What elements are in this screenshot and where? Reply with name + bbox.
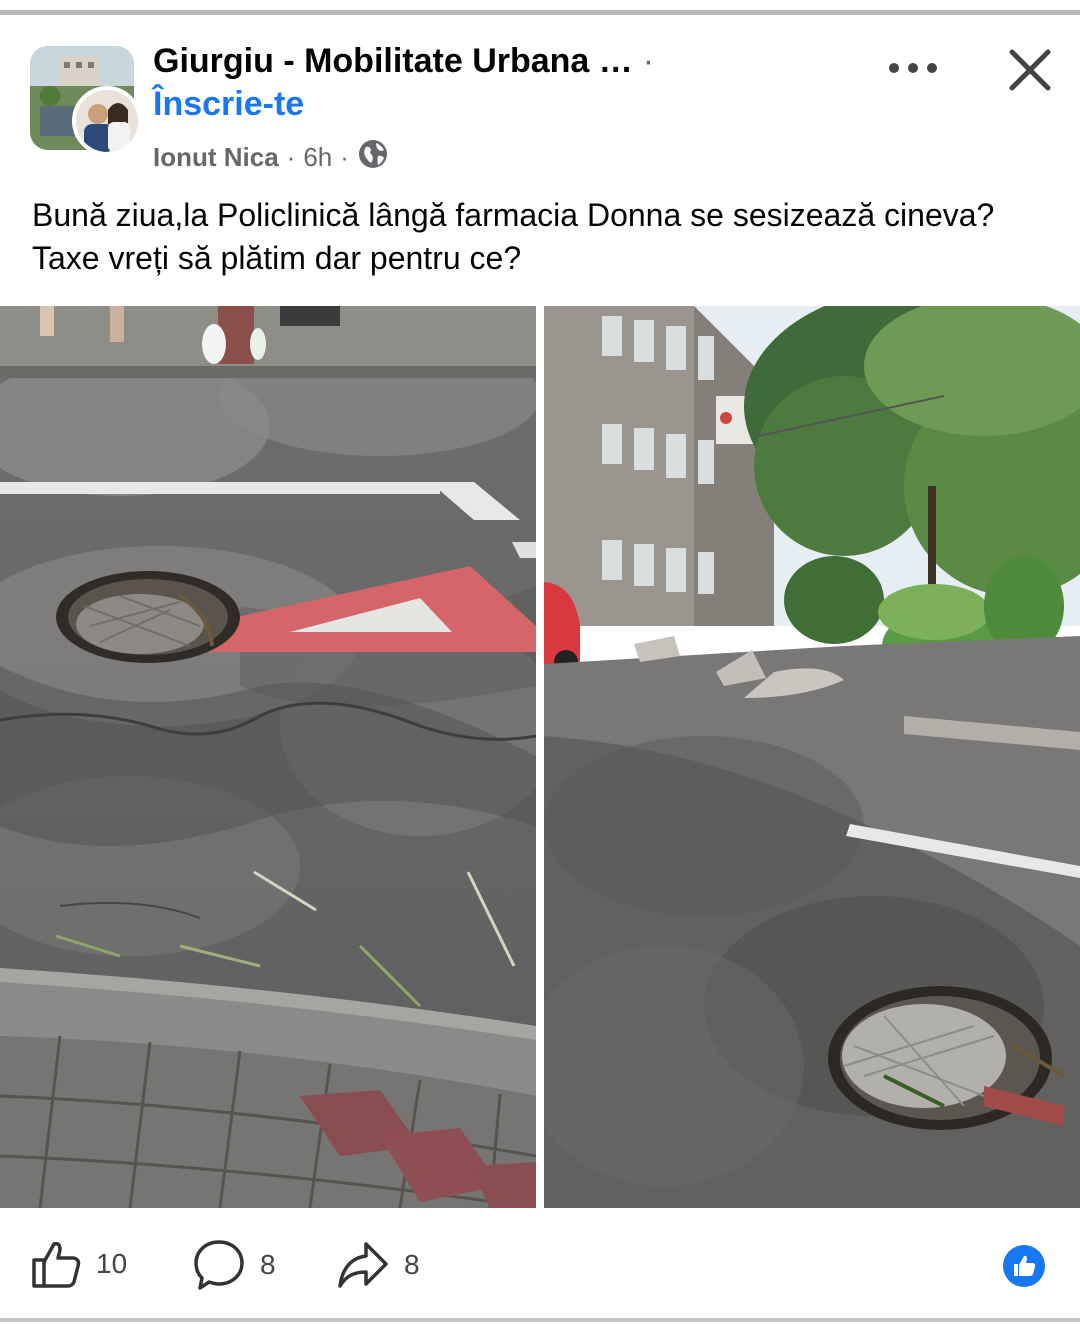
- join-group-button[interactable]: Înscrie-te: [153, 85, 304, 124]
- author-avatar[interactable]: [72, 86, 142, 156]
- action-bar: 10 8 8: [0, 1212, 1080, 1316]
- photo-1[interactable]: [0, 306, 536, 1208]
- post-text: Bună ziua,la Policlinică lângă farmacia …: [32, 197, 995, 276]
- more-horizontal-icon: [889, 63, 937, 73]
- post-header: Giurgiu - Mobilitate Urbana … · Înscrie-t…: [0, 15, 1080, 175]
- comment-button[interactable]: 8: [192, 1238, 276, 1292]
- share-icon: [338, 1242, 388, 1288]
- separator-dot: ·: [340, 142, 349, 172]
- separator-dot: ·: [286, 142, 296, 172]
- comment-icon: [194, 1240, 244, 1290]
- photo-2[interactable]: [544, 306, 1080, 1208]
- close-button[interactable]: [1002, 42, 1058, 98]
- separator-dot: ·: [642, 42, 655, 80]
- author-name[interactable]: Ionut Nica: [153, 142, 279, 173]
- comment-count: 8: [260, 1249, 276, 1280]
- group-name[interactable]: Giurgiu - Mobilitate Urbana … ·: [153, 42, 654, 81]
- post-time[interactable]: 6h: [303, 142, 332, 173]
- photo-gallery: [0, 306, 1080, 1208]
- like-reaction-icon: [1002, 1244, 1046, 1288]
- group-name-text: Giurgiu - Mobilitate Urbana …: [153, 42, 633, 80]
- like-button[interactable]: 10: [30, 1238, 127, 1290]
- globe-icon: [357, 138, 389, 177]
- thumbs-up-icon: [32, 1241, 81, 1288]
- close-icon: [1009, 49, 1051, 91]
- like-count: 10: [96, 1248, 128, 1279]
- share-button[interactable]: 8: [336, 1238, 420, 1292]
- post-meta: Ionut Nica · 6h ·: [153, 138, 389, 177]
- share-count: 8: [404, 1249, 420, 1280]
- bottom-divider: [0, 1318, 1080, 1322]
- more-options-button[interactable]: [880, 48, 946, 88]
